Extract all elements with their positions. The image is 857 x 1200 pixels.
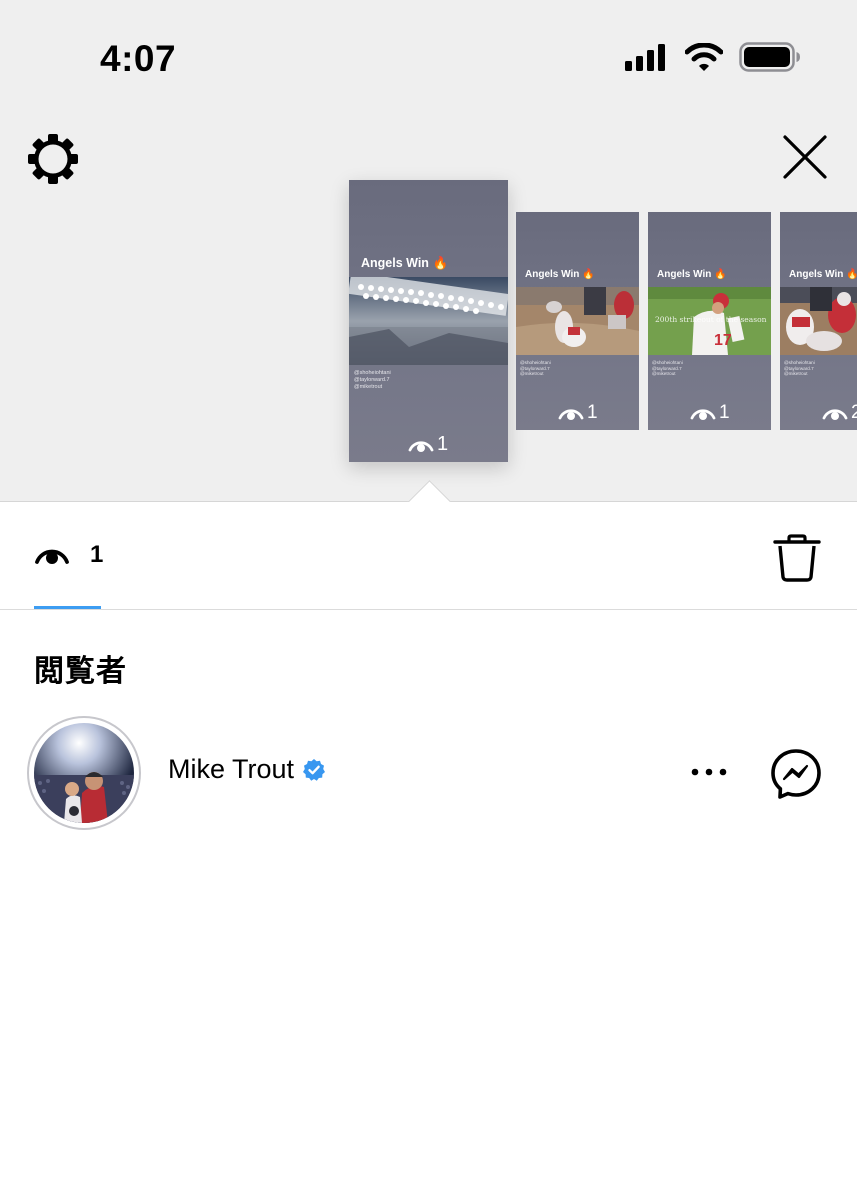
story-title: Angels Win 🔥 [657, 269, 727, 280]
views-tab-row [0, 502, 857, 610]
delete-story-button[interactable] [772, 533, 822, 583]
story-title: Angels Win 🔥 [525, 269, 595, 280]
send-message-button[interactable] [768, 746, 824, 802]
story-mention-tags: @shoheiohtani @taylorward.7 @miketrout [652, 360, 683, 377]
story-thumbnail[interactable]: Angels Win 🔥 @shoheiohtani @taylorward.7 @… [516, 212, 639, 430]
story-mention-tags: @shoheiohtani @taylorward.7 @miketrout [354, 370, 391, 390]
avatar-photo [34, 723, 134, 823]
signal-bars-icon [625, 44, 665, 71]
eye-icon [408, 440, 434, 452]
more-dots-icon [691, 768, 727, 776]
eye-icon [690, 409, 716, 420]
story-photo-baseball-play [516, 287, 639, 355]
story-tray-area: 4:07 Angels Win 🔥 @shoheiohtani @taylorw… [0, 0, 857, 502]
story-photo-stadium-lights [349, 277, 508, 365]
story-caption: 200th strikeout of the season [655, 315, 767, 324]
story-photo-catcher [780, 287, 857, 355]
story-mention-tags: @shoheiohtani @taylorward.7 @miketrout [784, 360, 815, 377]
story-title: Angels Win 🔥 [789, 269, 857, 280]
views-tab[interactable]: 1 [34, 541, 103, 569]
story-title: Angels Win 🔥 [361, 256, 449, 270]
views-row-divider [0, 609, 857, 610]
story-thumbnail[interactable]: Angels Win 🔥 17 200th strikeout of the s… [648, 212, 771, 430]
eye-icon [35, 549, 69, 564]
close-button[interactable] [778, 130, 832, 184]
svg-text:17: 17 [714, 332, 732, 349]
viewer-username: Mike Trout [168, 754, 295, 784]
trash-icon [773, 534, 821, 582]
active-story-pointer [407, 480, 451, 502]
gear-icon [28, 134, 78, 184]
viewer-more-button[interactable] [684, 752, 734, 792]
story-thumbnail[interactable]: Angels Win 🔥 @shoheiohtani @taylorward.7 @… [780, 212, 857, 430]
wifi-icon [685, 43, 723, 71]
status-time: 4:07 [100, 38, 177, 79]
eye-icon [558, 409, 584, 420]
viewer-avatar[interactable] [27, 716, 141, 830]
story-view-count: 1 [558, 402, 598, 424]
story-photo-pitcher: 17 200th strikeout of the season [648, 287, 771, 355]
story-view-count: 1 [408, 433, 448, 456]
viewers-section-title: 閲覧者 [34, 655, 127, 688]
messenger-icon [771, 749, 821, 799]
story-mention-tags: @shoheiohtani @taylorward.7 @miketrout [520, 360, 551, 377]
battery-icon [739, 42, 800, 72]
story-view-count: 1 [690, 402, 730, 424]
settings-button[interactable] [24, 130, 82, 188]
views-count-label: 1 [90, 541, 104, 568]
viewer-name[interactable]: Mike Trout [168, 754, 326, 785]
verified-badge-icon [303, 758, 326, 781]
story-thumbnail-active[interactable]: Angels Win 🔥 @shoheiohtani @taylorward.7… [349, 180, 508, 462]
close-icon [783, 135, 827, 179]
eye-icon [822, 409, 848, 420]
story-view-count: 2 [822, 402, 857, 424]
status-icons [625, 42, 801, 72]
